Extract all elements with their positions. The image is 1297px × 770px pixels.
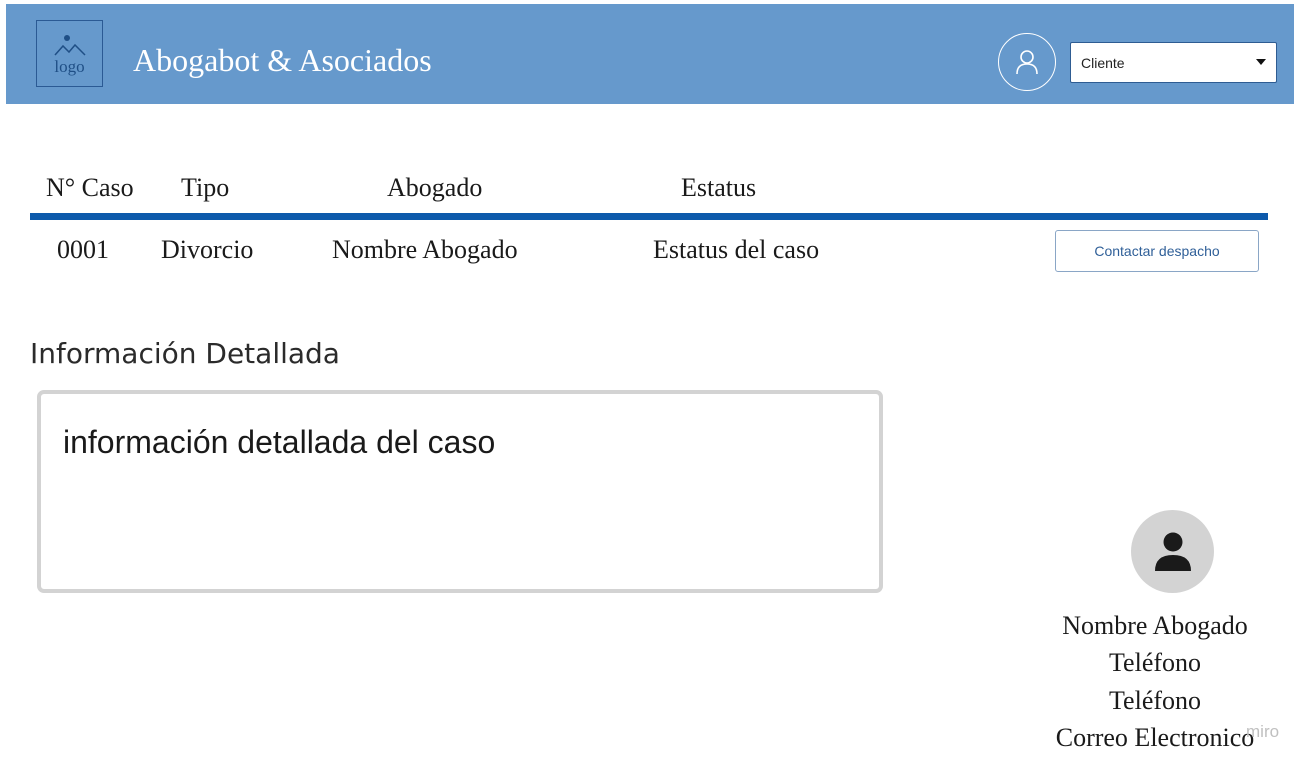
lawyer-email: Correo Electronico xyxy=(1055,723,1255,752)
case-detail-box: información detallada del caso xyxy=(37,390,883,593)
chevron-down-icon xyxy=(1256,59,1266,65)
lawyer-phone-2: Teléfono xyxy=(1108,686,1202,715)
brand-title: Abogabot & Asociados xyxy=(133,42,432,78)
column-header-tipo: Tipo xyxy=(181,173,230,202)
case-detail-text: información detallada del caso xyxy=(63,424,496,460)
app-header: logo Abogabot & Asociados Cliente xyxy=(6,4,1294,104)
logo[interactable]: logo xyxy=(36,20,103,87)
lawyer-name: Nombre Abogado xyxy=(1062,611,1248,640)
logo-label: logo xyxy=(54,56,85,76)
person-icon xyxy=(1154,532,1191,571)
cell-abogado: Nombre Abogado xyxy=(332,235,518,264)
avatar xyxy=(1131,510,1214,593)
contact-office-button[interactable]: Contactar despacho xyxy=(1055,230,1259,272)
role-select-value: Cliente xyxy=(1081,54,1125,71)
cell-tipo: Divorcio xyxy=(161,235,254,264)
table-header-divider xyxy=(30,213,1268,220)
column-header-caso: N° Caso xyxy=(46,173,134,202)
image-placeholder-icon xyxy=(53,34,86,56)
miro-watermark: miro xyxy=(1246,722,1280,741)
user-account-button[interactable] xyxy=(998,33,1056,91)
column-header-abogado: Abogado xyxy=(387,173,483,202)
column-header-estatus: Estatus xyxy=(681,173,757,202)
cell-caso: 0001 xyxy=(57,235,109,264)
role-select[interactable]: Cliente xyxy=(1070,42,1277,83)
lawyer-phone-1: Teléfono xyxy=(1108,648,1202,677)
section-title: Información Detallada xyxy=(30,337,340,370)
page: logo Abogabot & Asociados Cliente N° Cas… xyxy=(0,0,1297,770)
cell-estatus: Estatus del caso xyxy=(653,235,820,264)
user-outline-icon xyxy=(1016,50,1038,75)
